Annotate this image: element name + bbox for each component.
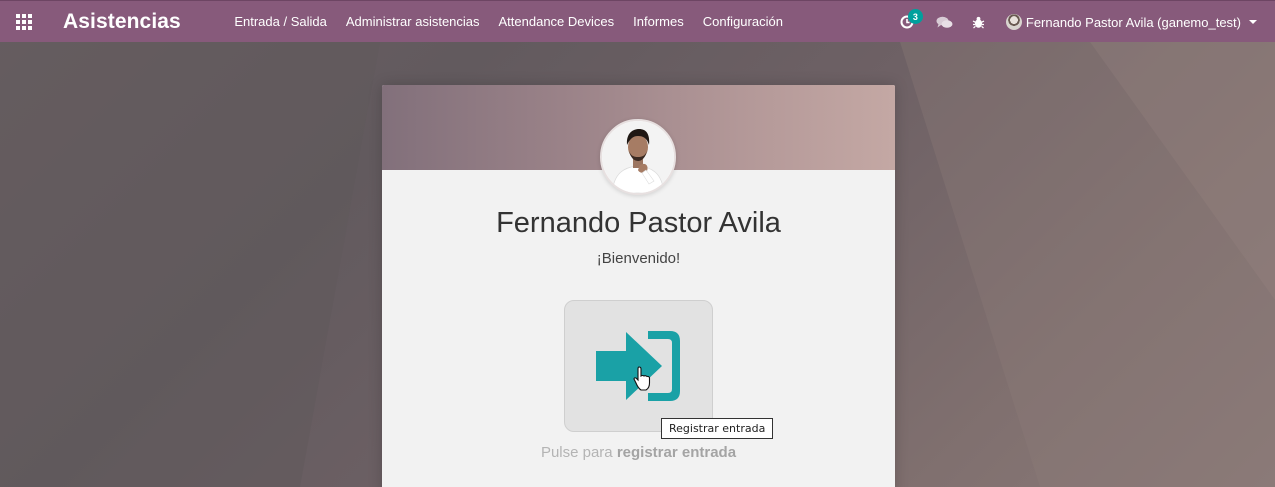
activity-count-badge: 3 xyxy=(907,9,923,24)
navbar-systray: 3 Fernando Pastor Avila (ganemo_test) xyxy=(890,1,1275,43)
menu-item-attendance-devices[interactable]: Attendance Devices xyxy=(489,1,624,43)
apps-grid-icon xyxy=(16,13,32,30)
bug-icon xyxy=(973,16,985,28)
welcome-message: ¡Bienvenido! xyxy=(596,250,681,267)
chat-bubbles-icon xyxy=(936,16,953,28)
messaging-menu-button[interactable] xyxy=(928,1,962,43)
app-title: Asistencias xyxy=(63,9,181,33)
menu-item-check-in-out[interactable]: Entrada / Salida xyxy=(225,1,337,43)
employee-name: Fernando Pastor Avila xyxy=(496,207,781,239)
employee-avatar xyxy=(600,119,676,195)
hint-prefix: Pulse para xyxy=(540,444,613,461)
user-avatar xyxy=(1005,14,1022,30)
check-in-button[interactable] xyxy=(564,300,713,432)
menu-item-manage-attendances[interactable]: Administrar asistencias xyxy=(336,1,489,43)
hint-action: registrar entrada xyxy=(616,444,737,461)
menu-item-reports[interactable]: Informes xyxy=(624,1,694,43)
attendance-kiosk-card: Fernando Pastor Avila ¡Bienvenido! Pulse… xyxy=(382,85,895,487)
user-name-label: Fernando Pastor Avila (ganemo_test) xyxy=(1025,14,1241,30)
check-in-tooltip: Registrar entrada xyxy=(661,418,774,439)
debug-menu-button[interactable] xyxy=(962,1,996,43)
activity-menu-button[interactable]: 3 xyxy=(890,1,924,43)
sign-in-arrow-icon xyxy=(595,331,680,401)
apps-menu-button[interactable] xyxy=(0,1,48,43)
menu-item-configuration[interactable]: Configuración xyxy=(693,1,792,43)
user-menu-toggle[interactable]: Fernando Pastor Avila (ganemo_test) xyxy=(996,1,1275,43)
top-navbar: Asistencias Entrada / Salida Administrar… xyxy=(0,0,1275,42)
check-in-hint: Pulse para registrar entrada xyxy=(382,444,895,461)
caret-down-icon xyxy=(1249,20,1257,24)
main-menu: Entrada / Salida Administrar asistencias… xyxy=(225,1,793,43)
